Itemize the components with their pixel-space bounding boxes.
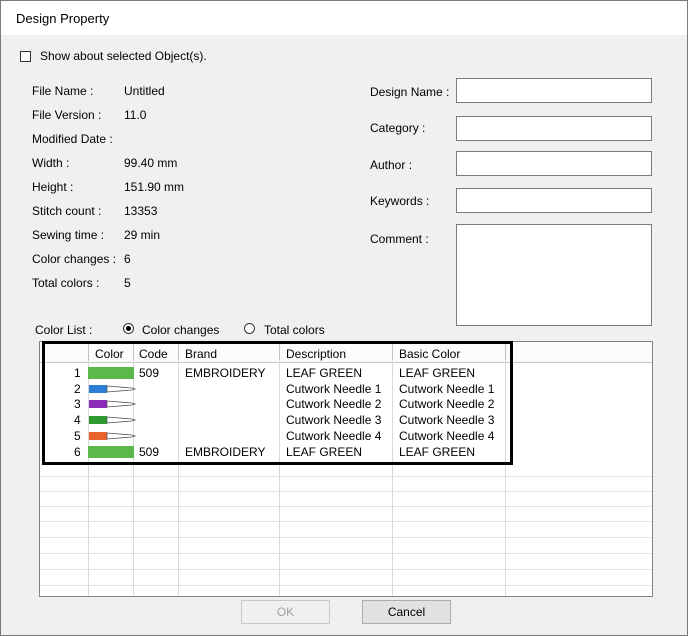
row-number: 6: [74, 445, 81, 459]
grid-row-line: [40, 476, 652, 477]
row-description: LEAF GREEN: [286, 366, 363, 380]
color-list-label: Color List :: [35, 323, 93, 337]
height-value: 151.90 mm: [124, 180, 185, 194]
ok-button[interactable]: OK: [241, 600, 330, 624]
grid-row-line: [40, 521, 652, 522]
design-property-dialog: Design Property Show about selected Obje…: [0, 0, 688, 636]
comment-label: Comment :: [370, 232, 429, 246]
modified-date-label: Modified Date :: [32, 132, 113, 146]
row-basic-color: LEAF GREEN: [399, 445, 476, 459]
col-header-description[interactable]: Description: [286, 347, 346, 361]
grid-line: [178, 342, 179, 596]
cancel-button[interactable]: Cancel: [362, 600, 451, 624]
row-basic-color: Cutwork Needle 1: [399, 382, 495, 396]
row-number: 1: [74, 366, 81, 380]
grid-line: [133, 342, 134, 596]
stitch-count-label: Stitch count :: [32, 204, 102, 218]
grid-line: [392, 342, 393, 596]
cutwork-needle-icon: [89, 416, 136, 424]
author-input[interactable]: [456, 151, 652, 176]
color-list-table[interactable]: Color Code Brand Description Basic Color…: [39, 341, 653, 597]
header-separator: [133, 345, 134, 360]
grid-row-line: [40, 537, 652, 538]
row-basic-color: Cutwork Needle 2: [399, 397, 495, 411]
show-selected-checkbox[interactable]: [20, 51, 31, 62]
row-basic-color: Cutwork Needle 3: [399, 413, 495, 427]
cutwork-needle-icon: [89, 385, 136, 393]
grid-row-line: [40, 506, 652, 507]
radio-total-colors[interactable]: [244, 323, 255, 334]
row-brand: EMBROIDERY: [185, 445, 266, 459]
header-separator: [88, 345, 89, 360]
sewing-time-value: 29 min: [124, 228, 161, 242]
comment-textarea[interactable]: [456, 224, 652, 326]
stitch-count-value: 13353: [124, 204, 158, 218]
header-separator: [505, 345, 506, 360]
grid-line: [279, 342, 280, 596]
col-header-basic-color[interactable]: Basic Color: [399, 347, 460, 361]
table-header: [40, 342, 652, 363]
row-basic-color: LEAF GREEN: [399, 366, 476, 380]
row-description: LEAF GREEN: [286, 445, 363, 459]
row-number: 4: [74, 413, 81, 427]
window-title: Design Property: [16, 11, 110, 26]
show-selected-label[interactable]: Show about selected Object(s).: [40, 49, 207, 63]
row-description: Cutwork Needle 1: [286, 382, 382, 396]
total-colors-label: Total colors :: [32, 276, 100, 290]
color-changes-value: 6: [124, 252, 131, 266]
radio-selected-dot: [126, 326, 131, 331]
width-label: Width :: [32, 156, 70, 170]
color-changes-label: Color changes :: [32, 252, 117, 266]
row-code: 509: [139, 366, 160, 380]
row-code: 509: [139, 445, 160, 459]
color-swatch: [88, 446, 134, 458]
col-header-brand[interactable]: Brand: [185, 347, 217, 361]
row-description: Cutwork Needle 4: [286, 429, 382, 443]
design-name-input[interactable]: [456, 78, 652, 103]
title-bar: Design Property: [1, 1, 687, 35]
file-name-label: File Name :: [32, 84, 94, 98]
file-name-value: Untitled: [124, 84, 165, 98]
file-version-label: File Version :: [32, 108, 102, 122]
cutwork-needle-icon: [89, 432, 136, 440]
color-swatch: [88, 367, 134, 379]
grid-row-line: [40, 491, 652, 492]
grid-row-line: [40, 569, 652, 570]
category-input[interactable]: [456, 116, 652, 141]
grid-row-line: [40, 585, 652, 586]
width-value: 99.40 mm: [124, 156, 178, 170]
design-name-label: Design Name :: [370, 85, 450, 99]
row-description: Cutwork Needle 2: [286, 397, 382, 411]
radio-color-changes-label[interactable]: Color changes: [142, 323, 219, 337]
grid-line: [505, 342, 506, 596]
grid-line: [88, 342, 89, 596]
header-separator: [392, 345, 393, 360]
row-brand: EMBROIDERY: [185, 366, 266, 380]
category-label: Category :: [370, 121, 426, 135]
row-number: 3: [74, 397, 81, 411]
keywords-label: Keywords :: [370, 194, 430, 208]
col-header-code[interactable]: Code: [139, 347, 168, 361]
row-number: 2: [74, 382, 81, 396]
col-header-color[interactable]: Color: [95, 347, 124, 361]
radio-color-changes[interactable]: [123, 323, 134, 334]
sewing-time-label: Sewing time :: [32, 228, 105, 242]
file-version-value: 11.0: [124, 108, 147, 122]
total-colors-value: 5: [124, 276, 131, 290]
grid-row-line: [40, 553, 652, 554]
row-basic-color: Cutwork Needle 4: [399, 429, 495, 443]
radio-total-colors-label[interactable]: Total colors: [264, 323, 325, 337]
row-number: 5: [74, 429, 81, 443]
header-separator: [279, 345, 280, 360]
row-description: Cutwork Needle 3: [286, 413, 382, 427]
author-label: Author :: [370, 158, 413, 172]
height-label: Height :: [32, 180, 74, 194]
cutwork-needle-icon: [89, 400, 136, 408]
header-separator: [178, 345, 179, 360]
keywords-input[interactable]: [456, 188, 652, 213]
